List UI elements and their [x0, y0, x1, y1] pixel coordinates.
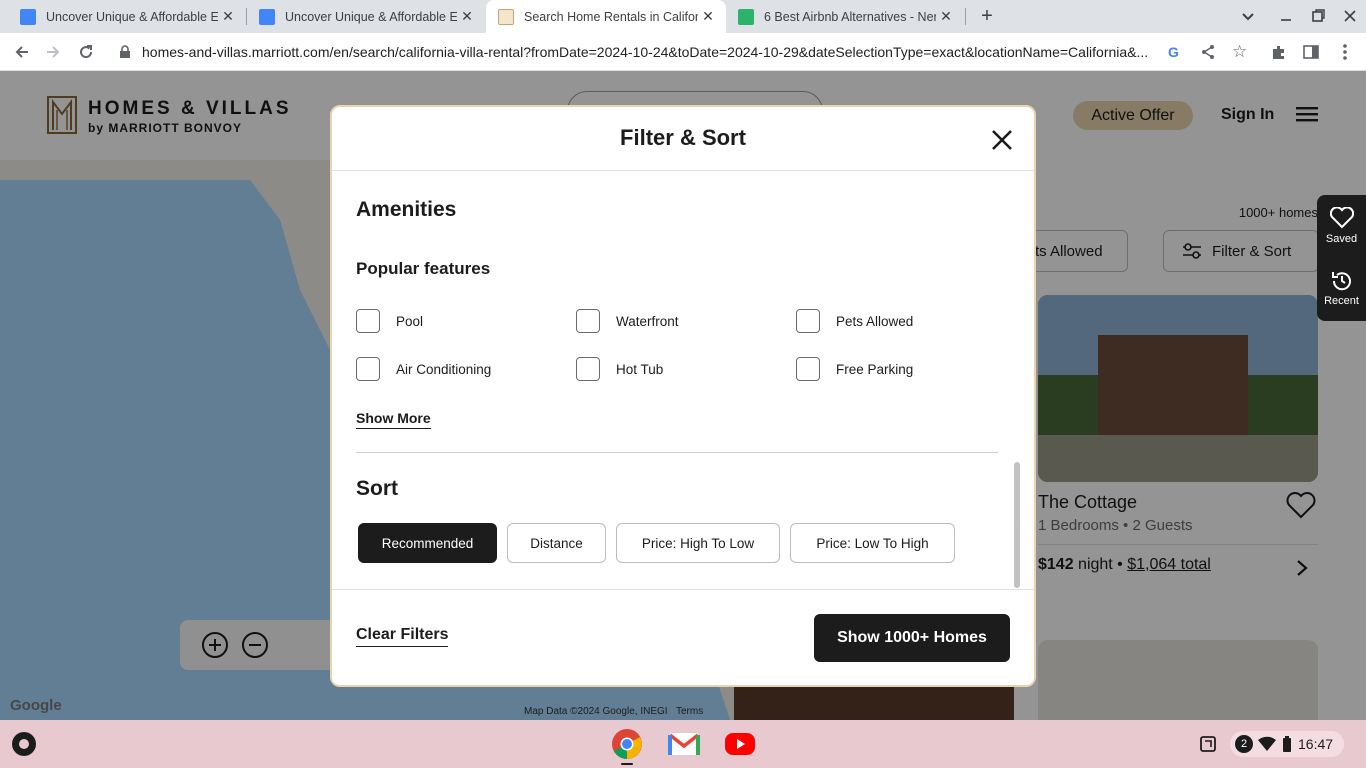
battery-icon — [1282, 736, 1292, 752]
clock: 16:47 — [1298, 736, 1334, 752]
saved-label: Saved — [1325, 233, 1358, 245]
recent-label: Recent — [1324, 295, 1359, 307]
browser-tab-bar: Uncover Unique & Affordable Exp ✕ Uncove… — [0, 0, 1366, 33]
more-options-icon[interactable] — [1336, 41, 1354, 63]
close-tab-icon[interactable]: ✕ — [218, 8, 238, 25]
launcher-icon[interactable] — [12, 732, 36, 756]
share-icon[interactable] — [1200, 44, 1216, 60]
modal-header: Filter & Sort — [332, 107, 1034, 171]
checkbox-label: Pets Allowed — [836, 313, 914, 329]
youtube-icon[interactable] — [724, 730, 756, 758]
browser-tab-active[interactable]: Search Home Rentals in Californ ✕ — [486, 0, 726, 33]
gmail-icon[interactable] — [668, 730, 700, 758]
google-docs-icon — [20, 8, 36, 25]
restore-icon[interactable] — [1308, 6, 1328, 26]
checkbox-free-parking[interactable]: Free Parking — [796, 357, 913, 381]
checkbox-label: Free Parking — [836, 361, 914, 377]
close-tab-icon[interactable]: ✕ — [698, 8, 718, 25]
sort-distance-button[interactable]: Distance — [507, 523, 606, 563]
checkbox-box[interactable] — [576, 357, 600, 381]
extensions-icon[interactable] — [1270, 43, 1288, 61]
checkbox-pets-allowed[interactable]: Pets Allowed — [796, 309, 913, 333]
checkbox-box[interactable] — [576, 309, 600, 333]
sort-price-low-high-button[interactable]: Price: Low To High — [790, 523, 955, 563]
amenities-heading: Amenities — [356, 198, 457, 221]
reload-icon[interactable] — [73, 39, 99, 65]
modal-title: Filter & Sort — [620, 125, 746, 150]
checkbox-box[interactable] — [356, 309, 380, 333]
chrome-icon[interactable] — [611, 728, 643, 760]
show-more-link[interactable]: Show More — [356, 410, 431, 429]
sort-recommended-button[interactable]: Recommended — [358, 523, 497, 563]
recent-button[interactable]: Recent — [1317, 269, 1366, 307]
bookmark-star-icon[interactable]: ☆ — [1232, 43, 1250, 61]
minimize-icon[interactable] — [1276, 6, 1296, 26]
browser-toolbar: homes-and-villas.marriott.com/en/search/… — [0, 33, 1366, 71]
heart-icon — [1317, 206, 1366, 233]
popular-features-heading: Popular features — [356, 259, 491, 278]
tab-title: 6 Best Airbnb Alternatives - Nerd — [764, 9, 936, 24]
close-icon[interactable] — [990, 128, 1014, 152]
browser-tab[interactable]: Uncover Unique & Affordable Exp ✕ — [8, 0, 246, 33]
sort-heading: Sort — [356, 477, 398, 500]
show-homes-button[interactable]: Show 1000+ Homes — [814, 614, 1010, 662]
tab-separator — [965, 8, 966, 25]
google-lens-icon[interactable]: G — [1168, 44, 1184, 60]
side-rail: Saved Recent — [1317, 195, 1366, 321]
checkbox-hot-tub[interactable]: Hot Tub — [576, 357, 663, 381]
back-icon[interactable] — [9, 39, 35, 65]
homes-villas-icon — [498, 8, 514, 25]
checkbox-label: Waterfront — [616, 313, 679, 329]
checkbox-box[interactable] — [796, 309, 820, 333]
checkbox-label: Hot Tub — [616, 361, 664, 377]
modal-footer: Clear Filters Show 1000+ Homes — [332, 589, 1034, 685]
saved-button[interactable]: Saved — [1317, 206, 1366, 245]
checkbox-box[interactable] — [796, 357, 820, 381]
modal-body: Amenities Popular features Pool Waterfro… — [332, 172, 1034, 590]
url-text[interactable]: homes-and-villas.marriott.com/en/search/… — [142, 44, 1162, 60]
close-tab-icon[interactable]: ✕ — [936, 8, 956, 25]
google-docs-icon — [259, 8, 275, 25]
tab-title: Uncover Unique & Affordable Exp — [46, 9, 218, 24]
tote-icon[interactable] — [1198, 734, 1218, 754]
new-tab-icon[interactable]: + — [976, 5, 998, 27]
forward-icon[interactable] — [40, 39, 66, 65]
browser-tab[interactable]: 6 Best Airbnb Alternatives - Nerd ✕ — [726, 0, 964, 33]
tab-title: Search Home Rentals in Californ — [524, 9, 698, 24]
modal-scrollbar[interactable] — [1014, 462, 1020, 588]
close-tab-icon[interactable]: ✕ — [457, 8, 477, 25]
tab-search-chevron-icon[interactable] — [1238, 6, 1258, 26]
tab-title: Uncover Unique & Affordable Exp — [285, 9, 457, 24]
nerdwallet-icon — [738, 8, 754, 25]
clear-filters-link[interactable]: Clear Filters — [356, 626, 449, 647]
notification-badge[interactable]: 2 — [1235, 735, 1253, 753]
checkbox-label: Pool — [396, 313, 424, 329]
address-bar[interactable]: homes-and-villas.marriott.com/en/search/… — [108, 36, 1264, 68]
side-panel-icon[interactable] — [1302, 43, 1320, 61]
checkbox-box[interactable] — [356, 357, 380, 381]
checkbox-pool[interactable]: Pool — [356, 309, 423, 333]
close-window-icon[interactable] — [1340, 6, 1360, 26]
section-divider — [356, 452, 998, 453]
checkbox-air-conditioning[interactable]: Air Conditioning — [356, 357, 491, 381]
browser-tab[interactable]: Uncover Unique & Affordable Exp ✕ — [247, 0, 485, 33]
checkbox-waterfront[interactable]: Waterfront — [576, 309, 679, 333]
os-taskbar: 2 16:47 — [0, 720, 1366, 768]
checkbox-label: Air Conditioning — [396, 361, 492, 377]
lock-icon[interactable] — [118, 45, 132, 59]
wifi-icon — [1258, 736, 1276, 752]
active-app-indicator — [621, 763, 633, 765]
system-tray[interactable]: 2 16:47 — [1230, 731, 1344, 757]
sort-price-high-low-button[interactable]: Price: High To Low — [616, 523, 780, 563]
history-icon — [1317, 269, 1366, 295]
filter-sort-modal: Filter & Sort Amenities Popular features… — [330, 105, 1036, 687]
